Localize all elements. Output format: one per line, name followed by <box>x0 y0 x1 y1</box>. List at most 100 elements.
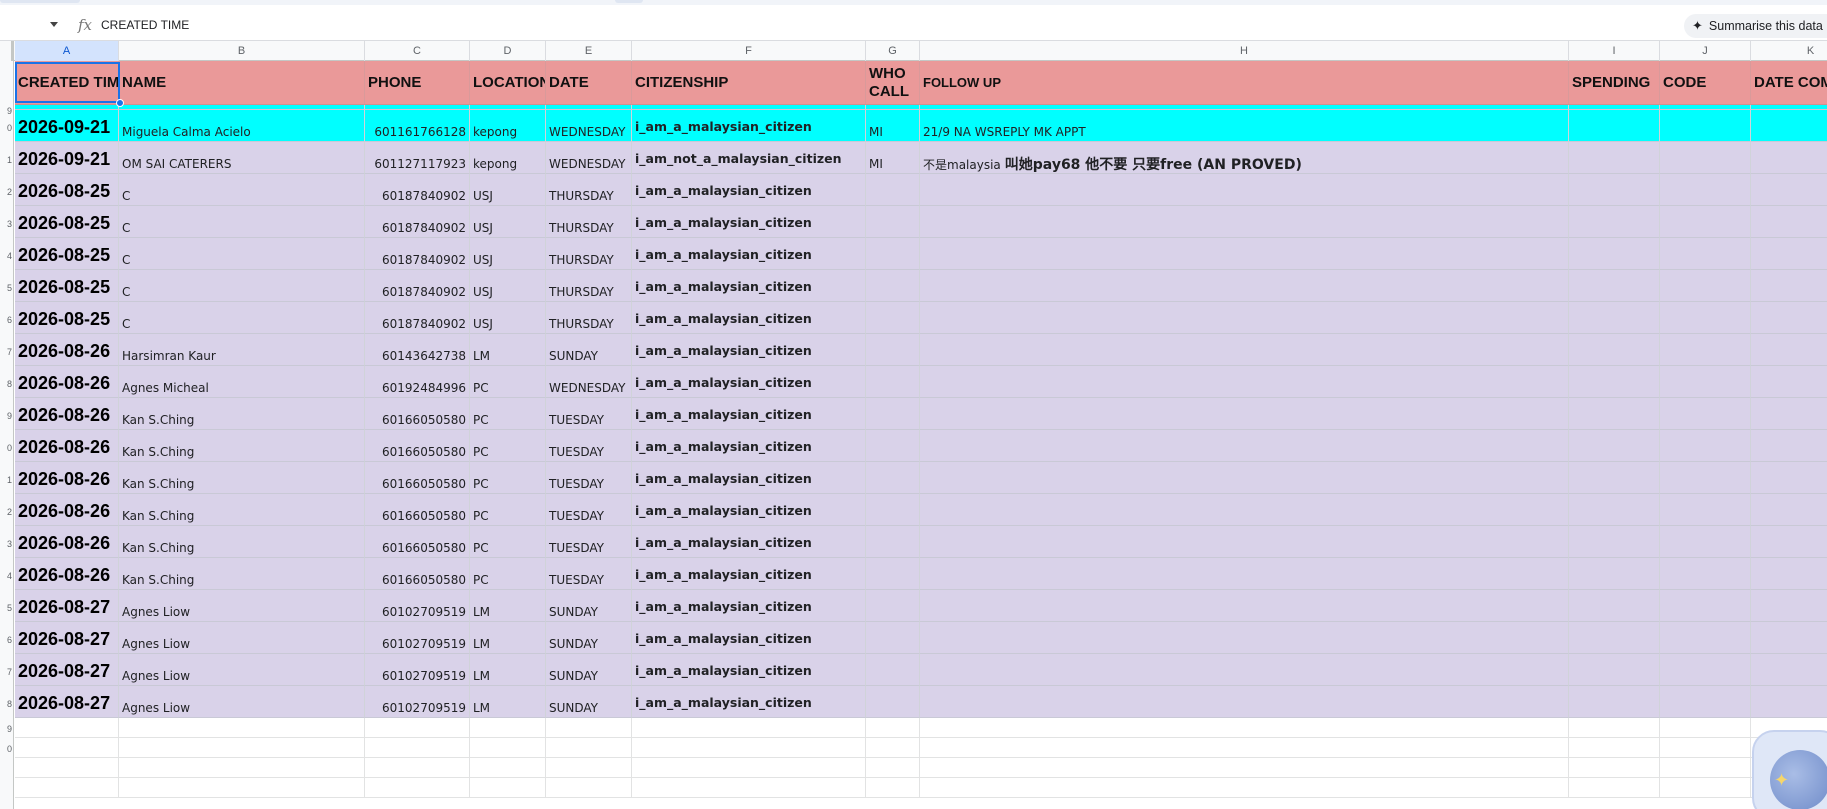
empty-cell[interactable] <box>546 738 632 758</box>
follow-up-cell[interactable] <box>920 590 1569 622</box>
spending-cell[interactable] <box>1569 494 1660 526</box>
spending-cell[interactable] <box>1569 174 1660 206</box>
table-row[interactable]: 2026-08-26 Kan S.Ching 60166050580 PC TUESDA… <box>15 398 1827 430</box>
code-cell[interactable] <box>1660 334 1751 366</box>
date-com-cell[interactable] <box>1751 462 1827 494</box>
code-cell[interactable] <box>1660 462 1751 494</box>
name-cell[interactable]: Miguela Calma Acielo <box>119 110 365 142</box>
name-cell[interactable]: Agnes Liow <box>119 622 365 654</box>
citizenship-cell[interactable]: i_am_a_malaysian_citizen <box>632 238 866 270</box>
location-cell[interactable]: LM <box>470 654 546 686</box>
empty-cell[interactable] <box>15 758 119 778</box>
empty-cell[interactable] <box>546 758 632 778</box>
name-cell[interactable]: Agnes Liow <box>119 686 365 718</box>
name-cell[interactable]: Kan S.Ching <box>119 526 365 558</box>
follow-up-cell[interactable] <box>920 174 1569 206</box>
code-cell[interactable] <box>1660 526 1751 558</box>
summarise-data-button[interactable]: ✦ Summarise this data <box>1684 14 1827 38</box>
row-number[interactable]: 2 <box>7 507 12 517</box>
row-number[interactable]: 9 <box>7 411 12 421</box>
row-number[interactable]: 9 <box>7 724 12 734</box>
row-number[interactable]: 0 <box>7 123 12 133</box>
column-header-k[interactable]: K <box>1751 41 1827 61</box>
row-number[interactable]: 5 <box>7 283 12 293</box>
name-cell[interactable]: OM SAI CATERERS <box>119 142 365 174</box>
header-cell-spending[interactable]: SPENDING <box>1569 61 1660 105</box>
created-time-cell[interactable]: 2026-08-27 <box>15 590 119 622</box>
empty-cell[interactable] <box>632 738 866 758</box>
empty-cell[interactable] <box>1569 718 1660 738</box>
empty-cell[interactable] <box>470 718 546 738</box>
location-cell[interactable]: PC <box>470 398 546 430</box>
name-cell[interactable]: Kan S.Ching <box>119 558 365 590</box>
empty-cell[interactable] <box>1569 738 1660 758</box>
table-row[interactable]: 2026-09-21 Miguela Calma Acielo 6011617661… <box>15 110 1827 142</box>
column-header-e[interactable]: E <box>546 41 632 61</box>
spending-cell[interactable] <box>1569 366 1660 398</box>
header-cell-phone[interactable]: PHONE <box>365 61 470 105</box>
row-number[interactable]: 3 <box>7 539 12 549</box>
date-com-cell[interactable] <box>1751 366 1827 398</box>
empty-cell[interactable] <box>1569 758 1660 778</box>
created-time-cell[interactable]: 2026-08-26 <box>15 398 119 430</box>
row-number[interactable]: 7 <box>7 667 12 677</box>
created-time-cell[interactable]: 2026-08-27 <box>15 686 119 718</box>
table-row[interactable]: 2026-08-26 Kan S.Ching 60166050580 PC TUESDA… <box>15 462 1827 494</box>
row-number[interactable]: 7 <box>7 347 12 357</box>
spending-cell[interactable] <box>1569 622 1660 654</box>
created-time-cell[interactable]: 2026-09-21 <box>15 110 119 142</box>
citizenship-cell[interactable]: i_am_not_a_malaysian_citizen <box>632 142 866 174</box>
globe-sparkle-icon[interactable]: ✦ <box>1752 730 1827 809</box>
header-cell-location[interactable]: LOCATION <box>470 61 546 105</box>
follow-up-cell[interactable] <box>920 206 1569 238</box>
empty-row[interactable] <box>15 778 1827 798</box>
empty-cell[interactable] <box>1660 758 1751 778</box>
column-header-g[interactable]: G <box>866 41 920 61</box>
row-number[interactable]: 8 <box>7 379 12 389</box>
location-cell[interactable]: kepong <box>470 142 546 174</box>
who-call-cell[interactable] <box>866 590 920 622</box>
date-com-cell[interactable] <box>1751 334 1827 366</box>
follow-up-cell[interactable] <box>920 302 1569 334</box>
date-com-cell[interactable] <box>1751 174 1827 206</box>
empty-cell[interactable] <box>15 738 119 758</box>
row-number[interactable]: 0 <box>7 443 12 453</box>
who-call-cell[interactable] <box>866 206 920 238</box>
empty-cell[interactable] <box>470 778 546 798</box>
phone-cell[interactable]: 60187840902 <box>365 238 470 270</box>
date-cell[interactable]: TUESDAY <box>546 494 632 526</box>
code-cell[interactable] <box>1660 366 1751 398</box>
header-cell-created-time[interactable]: CREATED TIME <box>15 61 119 105</box>
created-time-cell[interactable]: 2026-08-26 <box>15 334 119 366</box>
date-cell[interactable]: SUNDAY <box>546 590 632 622</box>
citizenship-cell[interactable]: i_am_a_malaysian_citizen <box>632 494 866 526</box>
fill-handle[interactable] <box>116 99 124 107</box>
header-cell-name[interactable]: NAME <box>119 61 365 105</box>
phone-cell[interactable]: 60102709519 <box>365 622 470 654</box>
row-number[interactable]: 1 <box>7 155 12 165</box>
phone-cell[interactable]: 60187840902 <box>365 270 470 302</box>
phone-cell[interactable]: 601127117923 <box>365 142 470 174</box>
phone-cell[interactable]: 60166050580 <box>365 494 470 526</box>
citizenship-cell[interactable]: i_am_a_malaysian_citizen <box>632 174 866 206</box>
table-row[interactable]: 2026-08-27 Agnes Liow 60102709519 LM SUNDAY i… <box>15 686 1827 718</box>
empty-cell[interactable] <box>119 778 365 798</box>
name-cell[interactable]: C <box>119 302 365 334</box>
date-cell[interactable]: SUNDAY <box>546 622 632 654</box>
table-row[interactable]: 2026-08-26 Harsimran Kaur 60143642738 LM SUN… <box>15 334 1827 366</box>
date-com-cell[interactable] <box>1751 206 1827 238</box>
header-cell-citizenship[interactable]: CITIZENSHIP <box>632 61 866 105</box>
citizenship-cell[interactable]: i_am_a_malaysian_citizen <box>632 462 866 494</box>
row-number[interactable]: 6 <box>7 315 12 325</box>
date-cell[interactable]: TUESDAY <box>546 558 632 590</box>
who-call-cell[interactable] <box>866 366 920 398</box>
code-cell[interactable] <box>1660 558 1751 590</box>
who-call-cell[interactable] <box>866 462 920 494</box>
code-cell[interactable] <box>1660 302 1751 334</box>
empty-cell[interactable] <box>1660 718 1751 738</box>
citizenship-cell[interactable]: i_am_a_malaysian_citizen <box>632 622 866 654</box>
name-cell[interactable]: Kan S.Ching <box>119 398 365 430</box>
column-header-h[interactable]: H <box>920 41 1569 61</box>
follow-up-cell[interactable] <box>920 238 1569 270</box>
citizenship-cell[interactable]: i_am_a_malaysian_citizen <box>632 398 866 430</box>
